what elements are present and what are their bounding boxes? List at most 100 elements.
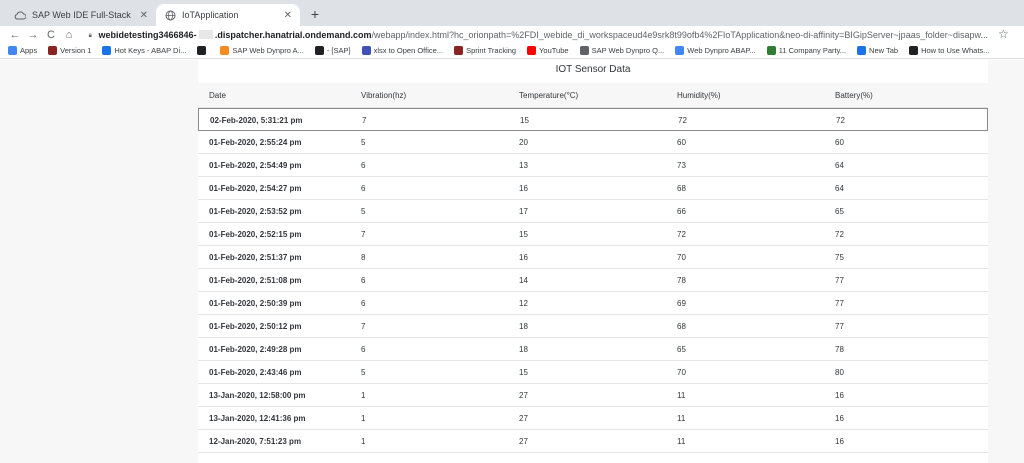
new-tab-button[interactable]: + xyxy=(306,6,324,22)
url-host: webidetesting3466846- xyxy=(98,29,197,40)
bookmarks-bar: Apps Version 1 Hot Keys - ABAP Di... SAP We… xyxy=(0,43,1024,59)
table-cell: 72 xyxy=(835,230,844,239)
bookmark-label: 11 Company Party... xyxy=(778,46,847,55)
table-cell: 01-Feb-2020, 2:52:15 pm xyxy=(209,230,302,239)
bookmark-item[interactable]: How to Use Whats... xyxy=(909,46,989,55)
bookmark-item[interactable]: - [SAP] xyxy=(314,46,351,55)
bookmark-item[interactable]: Version 1 xyxy=(48,46,91,55)
close-icon[interactable]: ✕ xyxy=(284,10,292,21)
bookmark-label: - [SAP] xyxy=(326,46,351,55)
table-row[interactable]: 12-Jan-2020, 7:51:23 pm 1 27 11 16 xyxy=(198,430,988,453)
tab-iot-application[interactable]: IoTApplication ✕ xyxy=(156,4,300,26)
column-header-battery[interactable]: Battery(%) xyxy=(835,91,873,100)
table-cell: 01-Feb-2020, 2:50:12 pm xyxy=(209,322,302,331)
table-cell: 27 xyxy=(519,391,528,400)
bookmark-item[interactable]: xlsx to Open Office... xyxy=(361,46,443,55)
table-row[interactable]: 01-Feb-2020, 2:50:12 pm 7 18 68 77 xyxy=(198,315,988,338)
bookmark-item[interactable] xyxy=(197,46,209,55)
bookmark-label: Sprint Tracking xyxy=(466,46,517,55)
table-cell: 13-Jan-2020, 12:58:00 pm xyxy=(209,391,306,400)
table-row[interactable]: 01-Feb-2020, 2:54:49 pm 6 13 73 64 xyxy=(198,154,988,177)
reload-icon[interactable]: C xyxy=(42,29,60,41)
page-content: IOT Sensor Data Date Vibration(hz) Tempe… xyxy=(0,60,1024,463)
table-cell: 68 xyxy=(677,322,686,331)
table-cell: 01-Feb-2020, 2:51:37 pm xyxy=(209,253,302,262)
globe-icon xyxy=(164,9,176,21)
table-cell: 12 xyxy=(519,299,528,308)
table-cell: 6 xyxy=(361,345,366,354)
table-row[interactable]: 01-Feb-2020, 2:54:27 pm 6 16 68 64 xyxy=(198,177,988,200)
bookmark-label: New Tab xyxy=(869,46,899,55)
apps-grid-icon xyxy=(8,46,17,55)
page-title: IOT Sensor Data xyxy=(555,64,631,75)
tab-title: IoTApplication xyxy=(182,10,239,20)
bookmark-label: Apps xyxy=(20,46,38,55)
table-cell: 18 xyxy=(519,345,528,354)
table-cell: 66 xyxy=(677,207,686,216)
table-cell: 13-Jan-2020, 12:41:36 pm xyxy=(209,414,306,423)
table-cell: 16 xyxy=(835,414,844,423)
bookmark-item[interactable]: Apps xyxy=(8,46,37,55)
back-arrow-icon[interactable]: ← xyxy=(6,29,24,41)
bookmark-item[interactable]: Web Dynpro ABAP... xyxy=(675,46,756,55)
table-cell: 78 xyxy=(835,345,844,354)
bookmark-item[interactable]: 11 Company Party... xyxy=(766,46,847,55)
table-cell: 77 xyxy=(835,299,844,308)
table-cell: 69 xyxy=(677,299,686,308)
table-cell: 70 xyxy=(677,253,686,262)
column-header-vibration[interactable]: Vibration(hz) xyxy=(361,91,406,100)
tab-title: SAP Web IDE Full-Stack xyxy=(32,10,131,20)
table-cell: 16 xyxy=(519,253,528,262)
column-header-temperature[interactable]: Temperature(°C) xyxy=(519,91,578,100)
table-cell: 01-Feb-2020, 2:51:08 pm xyxy=(209,276,302,285)
table-row[interactable]: 01-Feb-2020, 2:51:37 pm 8 16 70 75 xyxy=(198,246,988,269)
table-row[interactable]: 01-Feb-2020, 2:53:52 pm 5 17 66 65 xyxy=(198,200,988,223)
table-cell: 75 xyxy=(835,253,844,262)
table-row[interactable]: 01-Feb-2020, 2:55:24 pm 5 20 60 60 xyxy=(198,131,988,154)
column-header-humidity[interactable]: Humidity(%) xyxy=(677,91,721,100)
bookmark-favicon-icon xyxy=(454,46,464,55)
table-row[interactable]: 13-Jan-2020, 12:41:36 pm 1 27 11 16 xyxy=(198,407,988,430)
column-header-date[interactable]: Date xyxy=(209,91,226,100)
bookmark-item[interactable]: YouTube xyxy=(527,46,569,55)
table-row[interactable]: 01-Feb-2020, 2:50:39 pm 6 12 69 77 xyxy=(198,292,988,315)
table-cell: 16 xyxy=(835,437,844,446)
table-cell: 01-Feb-2020, 2:53:52 pm xyxy=(209,207,302,216)
table-cell: 78 xyxy=(677,276,686,285)
table-cell: 72 xyxy=(677,230,686,239)
table-cell: 18 xyxy=(519,322,528,331)
table-cell: 15 xyxy=(519,230,528,239)
table-row[interactable]: 01-Feb-2020, 2:52:15 pm 7 15 72 72 xyxy=(198,223,988,246)
bookmark-item[interactable]: Hot Keys - ABAP Di... xyxy=(102,46,186,55)
close-icon[interactable]: ✕ xyxy=(140,10,148,21)
bookmark-item[interactable]: Sprint Tracking xyxy=(454,46,516,55)
table-cell: 72 xyxy=(678,116,687,125)
table-cell: 65 xyxy=(835,207,844,216)
bookmark-label: Version 1 xyxy=(60,46,92,55)
tab-sap-web-ide[interactable]: SAP Web IDE Full-Stack ✕ xyxy=(6,4,156,26)
table-cell: 65 xyxy=(677,345,686,354)
bookmark-label: SAP Web Dynpro A... xyxy=(232,46,304,55)
table-row[interactable]: 01-Feb-2020, 2:49:28 pm 6 18 65 78 xyxy=(198,338,988,361)
table-cell: 68 xyxy=(677,184,686,193)
table-row[interactable]: 13-Jan-2020, 12:58:00 pm 1 27 11 16 xyxy=(198,384,988,407)
bookmark-favicon-icon xyxy=(909,46,919,55)
bookmark-label: Hot Keys - ABAP Di... xyxy=(114,46,187,55)
bookmark-favicon-icon xyxy=(314,46,324,55)
table-row[interactable]: 02-Feb-2020, 5:31:21 pm 7 15 72 72 xyxy=(198,108,988,131)
table-cell: 27 xyxy=(519,414,528,423)
table-row[interactable]: 01-Feb-2020, 2:43:46 pm 5 15 70 80 xyxy=(198,361,988,384)
home-icon[interactable]: ⌂ xyxy=(60,29,78,41)
table-cell: 72 xyxy=(836,116,845,125)
bookmark-favicon-icon xyxy=(48,46,58,55)
bookmark-item[interactable]: SAP Web Dynpro A... xyxy=(220,46,304,55)
table-cell: 6 xyxy=(361,184,366,193)
bookmark-star-icon[interactable]: ☆ xyxy=(998,27,1009,41)
address-bar[interactable]: webidetesting3466846- .dispatcher.hanatr… xyxy=(88,26,988,43)
forward-arrow-icon[interactable]: → xyxy=(24,29,42,41)
bookmark-item[interactable]: New Tab xyxy=(857,46,898,55)
table-cell: 1 xyxy=(361,437,366,446)
table-row[interactable]: 01-Feb-2020, 2:51:08 pm 6 14 78 77 xyxy=(198,269,988,292)
bookmark-item[interactable]: SAP Web Dynpro Q... xyxy=(579,46,664,55)
table-cell: 16 xyxy=(519,184,528,193)
